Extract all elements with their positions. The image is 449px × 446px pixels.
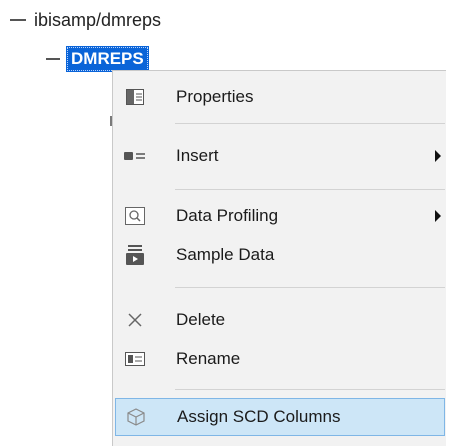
menu-item-insert[interactable]: Insert	[113, 137, 447, 175]
menu-item-label: Delete	[176, 310, 226, 329]
menu-item-sample-data[interactable]: Sample Data	[113, 236, 447, 274]
tree-node-root-label: ibisamp/dmreps	[34, 9, 162, 30]
tree-node-root[interactable]: ibisamp/dmreps	[10, 8, 161, 32]
menu-separator	[175, 189, 445, 190]
menu-item-label: Sample Data	[176, 245, 275, 264]
delete-icon	[123, 308, 147, 332]
properties-icon	[123, 85, 147, 109]
menu-item-label: Data Profiling	[176, 206, 279, 225]
menu-item-rename[interactable]: Rename	[113, 340, 447, 378]
insert-icon	[123, 144, 147, 168]
menu-item-label: Insert	[176, 146, 219, 165]
menu-item-assign-scd-columns[interactable]: Assign SCD Columns	[115, 398, 445, 436]
menu-item-label: Properties	[176, 87, 254, 106]
data-profiling-icon	[123, 204, 147, 228]
context-menu: Properties Insert Data Profiling Sample …	[112, 70, 446, 446]
menu-item-label: Rename	[176, 349, 241, 368]
tree-node-dmreps-label[interactable]: DMREPS	[66, 46, 149, 72]
tree-collapse-icon[interactable]	[46, 58, 60, 60]
submenu-arrow-icon	[435, 150, 441, 162]
rename-icon	[123, 347, 147, 371]
assign-scd-columns-icon	[124, 405, 148, 429]
menu-item-label: Assign SCD Columns	[177, 407, 341, 426]
menu-item-data-profiling[interactable]: Data Profiling	[113, 197, 447, 235]
tree-collapse-icon[interactable]	[10, 19, 26, 21]
submenu-arrow-icon	[435, 210, 441, 222]
menu-separator	[175, 123, 445, 124]
sample-data-icon	[123, 243, 147, 267]
menu-item-properties[interactable]: Properties	[113, 78, 447, 116]
menu-separator	[175, 287, 445, 288]
tree-node-dmreps[interactable]: DMREPS	[46, 46, 149, 72]
menu-separator	[175, 389, 445, 390]
menu-item-delete[interactable]: Delete	[113, 301, 447, 339]
